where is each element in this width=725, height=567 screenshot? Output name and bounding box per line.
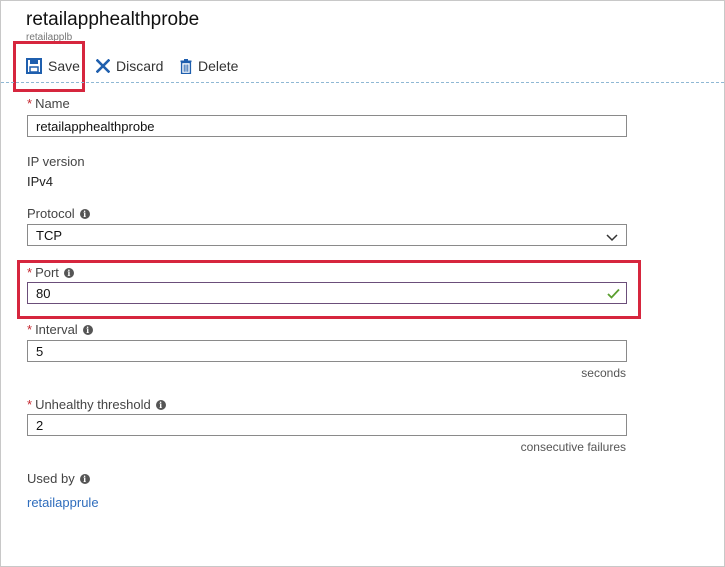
checkmark-icon xyxy=(607,287,620,302)
interval-field[interactable]: 5 xyxy=(27,340,627,362)
protocol-label: Protocol i xyxy=(27,206,90,221)
name-label: * Name xyxy=(27,96,70,111)
delete-label: Delete xyxy=(198,58,239,74)
interval-value: 5 xyxy=(36,343,44,359)
info-icon[interactable]: i xyxy=(63,267,74,278)
interval-label-text: Interval xyxy=(35,322,78,337)
unhealthy-threshold-unit: consecutive failures xyxy=(520,440,626,454)
required-marker: * xyxy=(27,322,33,337)
page-title: retailapphealthprobe xyxy=(26,9,200,30)
interval-unit: seconds xyxy=(581,366,626,380)
required-marker: * xyxy=(27,397,33,412)
discard-label: Discard xyxy=(116,58,164,74)
discard-button[interactable]: Discard xyxy=(96,55,163,77)
used-by-label-text: Used by xyxy=(27,471,75,486)
ip-version-value: IPv4 xyxy=(27,174,54,189)
close-icon xyxy=(96,59,110,73)
info-icon[interactable]: i xyxy=(155,399,166,410)
used-by-label: Used by i xyxy=(27,471,90,486)
unhealthy-threshold-label: * Unhealthy threshold i xyxy=(27,397,166,412)
command-bar-divider xyxy=(1,82,724,83)
port-value: 80 xyxy=(36,285,51,301)
interval-label: * Interval i xyxy=(27,322,93,337)
used-by-rule-link[interactable]: retailapprule xyxy=(27,495,99,510)
name-value: retailapphealthprobe xyxy=(36,118,155,134)
unhealthy-threshold-value: 2 xyxy=(36,417,44,433)
protocol-label-text: Protocol xyxy=(27,206,75,221)
protocol-select[interactable]: TCP xyxy=(27,224,627,246)
trash-icon xyxy=(180,58,192,74)
ip-version-label-text: IP version xyxy=(27,154,85,169)
delete-button[interactable]: Delete xyxy=(180,55,238,77)
probe-settings-panel: retailapphealthprobe retailapplb Save Di… xyxy=(0,0,725,567)
protocol-value: TCP xyxy=(36,227,62,243)
name-field[interactable]: retailapphealthprobe xyxy=(27,115,627,137)
info-icon[interactable]: i xyxy=(79,208,90,219)
port-field[interactable]: 80 xyxy=(27,282,627,304)
info-icon[interactable]: i xyxy=(79,473,90,484)
save-highlight-box xyxy=(13,41,85,92)
ip-version-label: IP version xyxy=(27,154,85,169)
unhealthy-threshold-field[interactable]: 2 xyxy=(27,414,627,436)
port-label-text: Port xyxy=(35,265,59,280)
info-icon[interactable]: i xyxy=(82,324,93,335)
chevron-down-icon xyxy=(606,230,618,245)
port-label: * Port i xyxy=(27,265,74,280)
unhealthy-threshold-label-text: Unhealthy threshold xyxy=(35,397,151,412)
command-bar: Save Discard Delete xyxy=(1,43,724,83)
required-marker: * xyxy=(27,96,33,111)
name-label-text: Name xyxy=(35,96,70,111)
required-marker: * xyxy=(27,265,33,280)
